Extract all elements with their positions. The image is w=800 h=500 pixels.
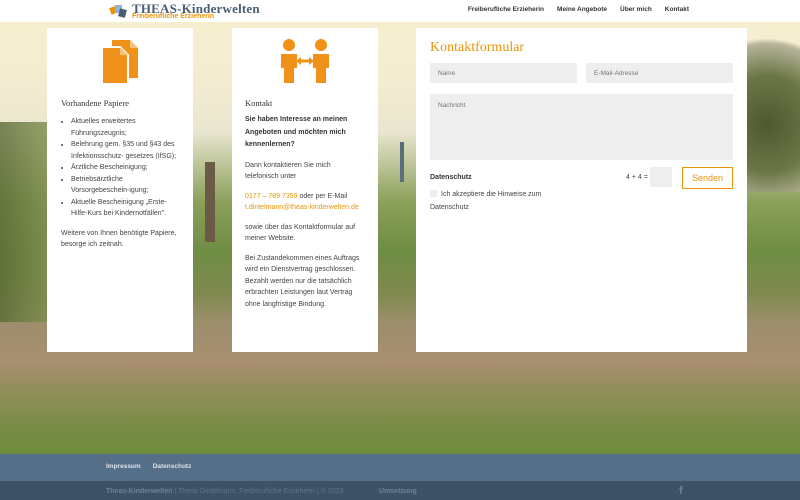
list-item: Aktuelle Bescheinigung „Erste-Hilfe-Kurs… [71,197,179,220]
footer-brand: Theas-Kinderwelten [106,488,173,495]
nav-item-kontakt[interactable]: Kontakt [665,6,689,13]
nav-item-freiberufliche-erzieherin[interactable]: Freiberufliche Erzieherin [468,6,544,13]
logo[interactable]: THEAS-Kinderwelten Freiberufliche Erzieh… [108,1,260,20]
footer-links-bar: Impressum Datenschutz [0,454,800,481]
form-title: Kontaktformular [430,40,525,55]
papers-card: Vorhandene Papiere Aktuelles erweitertes… [47,28,193,352]
phone-link[interactable]: 0177 – 789 7359 [245,193,298,200]
footer-link-impressum[interactable]: Impressum [106,463,141,470]
nav-item-ueber-mich[interactable]: Über mich [620,6,652,13]
datenschutz-label: Datenschutz [430,174,472,181]
captcha-question: 4 + 4 = [626,174,648,181]
copyright-text: Theas-Kinderwelten | Theda Dintelmann, F… [106,488,343,495]
papers-note: Weitere von Ihnen benötigte Papiere, bes… [61,229,177,249]
documents-icon [101,40,138,85]
people-exchange-icon [281,39,329,83]
contact-card: Kontakt Sie haben Interesse an meinen An… [232,28,378,352]
background-tree-right [745,22,800,192]
consent-label[interactable]: Ich akzeptiere die Hinweise zum Datensch… [430,189,570,214]
footer-links: Impressum Datenschutz [106,463,191,470]
email-link[interactable]: t.dintelmann@theas-kinderwelten.de [245,204,359,211]
contract-note: Bei Zustandekommen eines Auftrags wird e… [245,254,360,308]
logo-subtitle: Freiberufliche Erzieherin [132,13,215,20]
footer-link-datenschutz[interactable]: Datenschutz [153,463,192,470]
footer-copyright: | Theda Dintelmann, Freiberufliche Erzie… [172,488,344,495]
list-item: Aktuelles erweitertes Führungszeugnis; [71,116,179,139]
captcha-input[interactable] [650,167,672,187]
background-trunk [205,162,215,242]
background-ground [0,364,800,454]
footer-bottom-bar: Theas-Kinderwelten | Theda Dintelmann, F… [0,481,800,500]
contact-details: 0177 – 789 7359 oder per E-Mail t.dintelm… [245,191,365,214]
list-item: Belehrung gem. §35 und §43 des Infektion… [71,139,179,162]
contact-heading: Kontakt [245,98,273,108]
list-item: Betriebsärztliche Vorsorgebeschein-igung… [71,174,179,197]
nav-item-meine-angebote[interactable]: Meine Angebote [557,6,607,13]
main-nav: Freiberufliche Erzieherin Meine Angebote… [468,6,689,13]
contact-form-card: Kontaktformular Datenschutz 4 + 4 = Send… [416,28,747,352]
logo-mark-icon [109,5,127,18]
umsetzung-link[interactable]: Umsetzung [379,488,417,495]
background-tree-left [0,122,48,322]
papers-list: Aktuelles erweitertes Führungszeugnis; B… [61,116,179,220]
email-input[interactable] [586,63,733,83]
message-textarea[interactable] [430,94,733,160]
email-prefix: oder per E-Mail [297,192,348,200]
papers-heading: Vorhandene Papiere [61,98,130,108]
contact-form-note: sowie über das Kontaktformular auf meine… [245,223,356,243]
contact-intro: Dann kontaktieren Sie mich telefonisch u… [245,161,331,181]
site-header: THEAS-Kinderwelten Freiberufliche Erzieh… [0,0,800,22]
name-input[interactable] [430,63,577,83]
contact-lead: Sie haben Interesse an meinen Angeboten … [245,116,348,148]
send-button[interactable]: Senden [682,167,733,189]
background-post [400,142,404,182]
facebook-icon[interactable]: f [679,485,683,497]
list-item: Ärztliche Bescheinigung; [71,162,179,174]
